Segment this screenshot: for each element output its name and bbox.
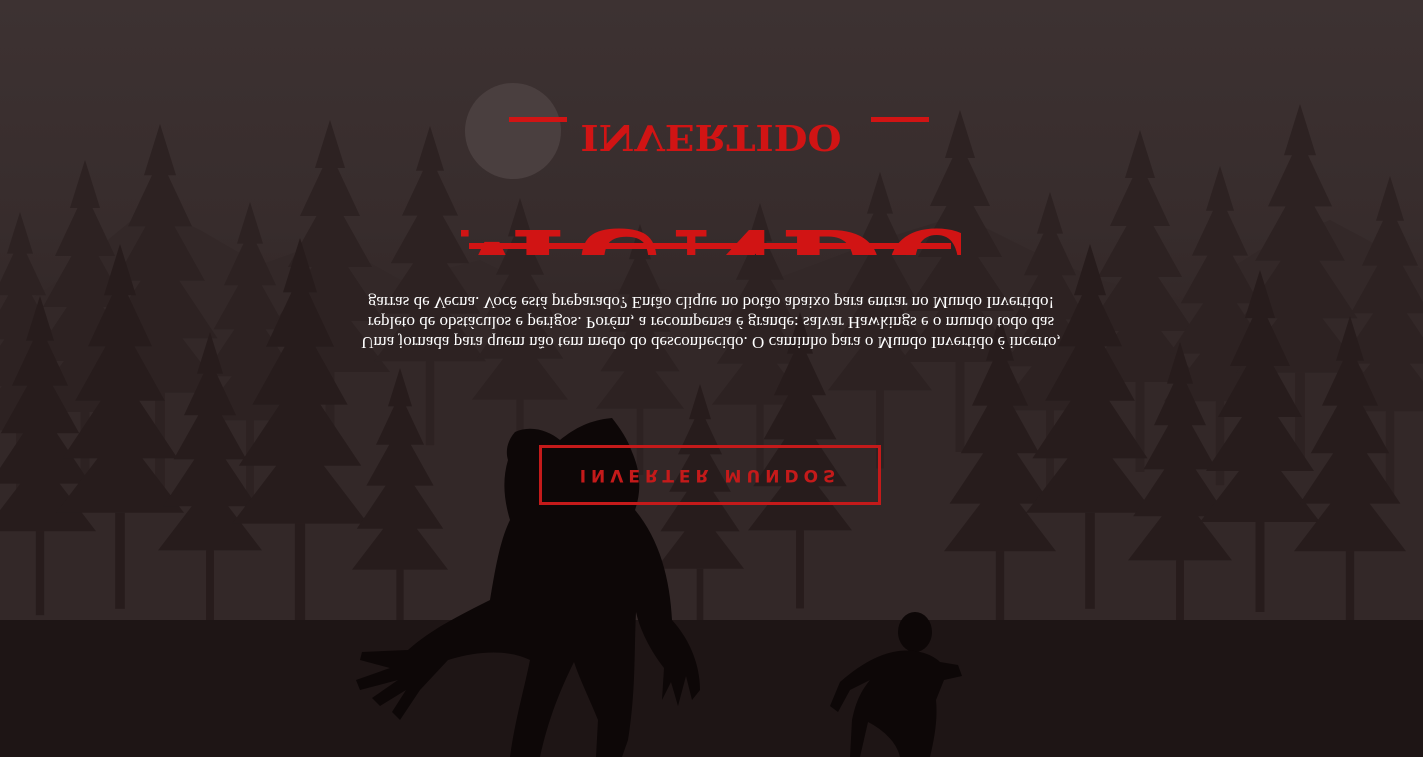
invert-worlds-button-label: INVERTER MUNDOS xyxy=(579,465,841,485)
logo-bottom-rule xyxy=(469,243,951,249)
logo-left-rule xyxy=(509,117,567,122)
logo-small-word: INVERTIDO xyxy=(580,116,841,158)
hero-section: INVERTIDO MUNDO Uma jornada para quem nã… xyxy=(0,0,1423,757)
logo-right-rule xyxy=(871,117,929,122)
site-logo: INVERTIDO MUNDO xyxy=(461,116,961,255)
invert-worlds-button[interactable]: INVERTER MUNDOS xyxy=(539,445,881,505)
intro-paragraph: Uma jornada para quem não tem medo do de… xyxy=(361,293,1061,352)
